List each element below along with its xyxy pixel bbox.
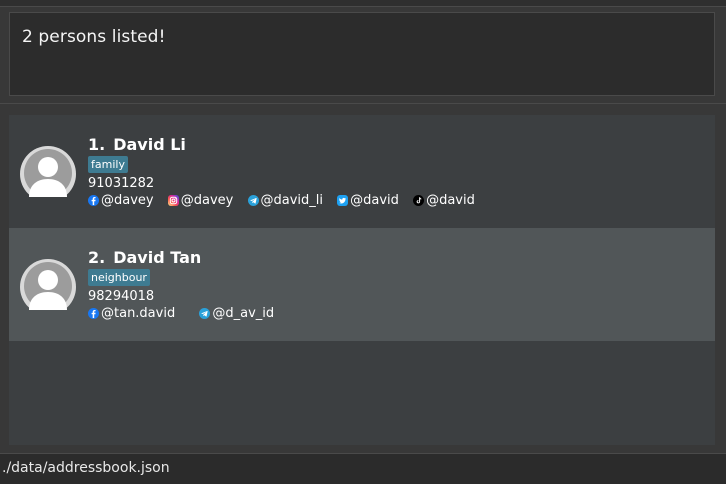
top-divider [0,0,726,7]
phone-number: 91031282 [88,176,155,191]
social-handle: @davey [180,193,234,208]
tag-badge: family [88,156,128,173]
person-index: 2. [88,248,106,267]
instagram-icon [167,195,179,206]
social-facebook: @tan.david [88,306,175,321]
person-card[interactable]: 1. David Li family 91031282 @davey @davey [9,115,715,228]
facebook-icon [88,308,99,319]
person-list-panel[interactable]: 1. David Li family 91031282 @davey @davey [0,105,726,453]
status-bar: ./data/addressbook.json [0,453,726,484]
facebook-icon [88,195,99,206]
person-name: 1. David Li [88,135,186,154]
result-display-pane: 2 persons listed! [0,7,726,104]
avatar-icon [20,259,76,310]
person-name: 2. David Tan [88,248,201,267]
social-twitter: @david [337,193,399,208]
telegram-icon [199,308,211,319]
social-telegram: @d_av_id [199,306,274,321]
social-tiktok: @david [413,193,475,208]
avatar [19,258,77,310]
person-card[interactable]: 2. David Tan neighbour 98294018 @tan.davi… [9,228,715,341]
social-handle: @d_av_id [212,306,275,321]
tiktok-icon [413,195,425,206]
social-handle: @david [350,193,399,208]
avatar [19,145,77,197]
phone-number: 98294018 [88,289,155,304]
save-location: ./data/addressbook.json [2,460,170,476]
social-handle: @davey [101,193,154,208]
twitter-icon [337,195,349,206]
result-display-box[interactable]: 2 persons listed! [9,12,715,96]
social-facebook: @davey [88,193,154,208]
social-handle: @david [426,193,475,208]
telegram-icon [247,195,259,206]
social-handle: @tan.david [101,306,176,321]
social-telegram: @david_li [247,193,324,208]
social-handles: @davey @davey @david_li @david @david [88,193,485,211]
social-handle: @david_li [260,193,324,208]
social-instagram: @davey [167,193,234,208]
avatar-icon [20,146,76,197]
person-name-text: David Tan [113,248,202,267]
person-index: 1. [88,135,106,154]
social-handles: @tan.david @d_av_id [88,306,284,324]
person-name-text: David Li [113,135,186,154]
result-message: 2 persons listed! [22,27,166,47]
person-list[interactable]: 1. David Li family 91031282 @davey @davey [9,115,715,445]
tag-badge: neighbour [88,269,150,286]
